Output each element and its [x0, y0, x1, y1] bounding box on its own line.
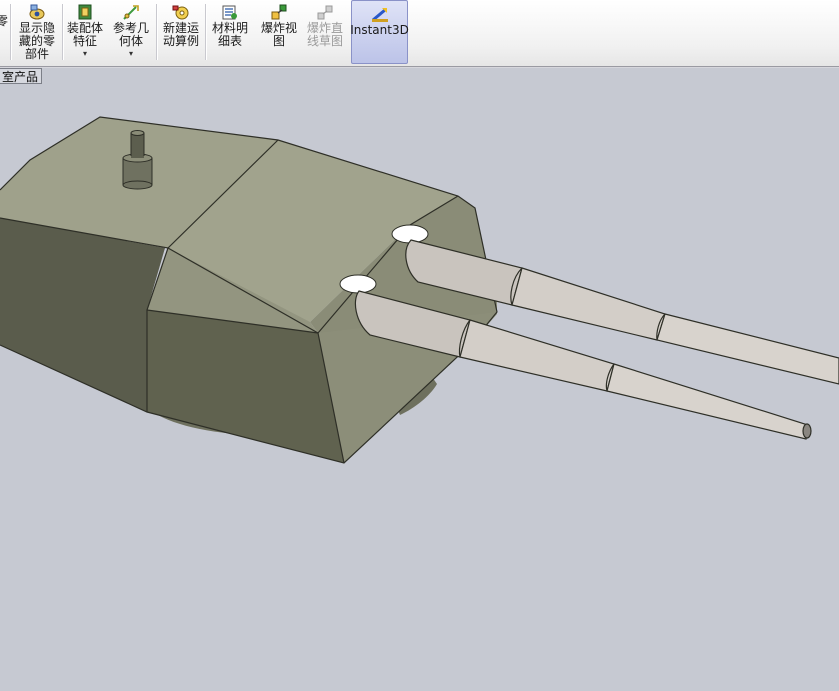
assembly-feature-label: 装配体 特征 [66, 21, 103, 48]
bill-of-materials-icon [222, 5, 237, 20]
bill-of-materials-button[interactable]: 材料明 细表 [209, 2, 251, 62]
instant3d-icon [371, 8, 388, 22]
show-hidden-components-label: 显示隐 藏的零 部件 [18, 21, 55, 61]
gun-port-lower [339, 274, 377, 294]
chevron-down-icon[interactable]: ▾ [83, 50, 87, 58]
graphics-viewport[interactable] [0, 67, 839, 691]
reference-geometry-icon [123, 5, 139, 20]
assembly-feature-icon [78, 4, 92, 20]
part-button-label: 零 [0, 14, 9, 28]
new-motion-study-button[interactable]: 新建运 动算例 [160, 2, 202, 62]
toolbar-separator [10, 4, 12, 60]
exploded-view-icon [271, 4, 287, 20]
assembly-feature-button[interactable]: 装配体 特征 ▾ [65, 2, 105, 62]
reference-geometry-label: 参考几 何体 [112, 21, 149, 48]
explode-line-sketch-icon [317, 5, 333, 20]
show-hidden-components-icon [29, 4, 45, 20]
reference-geometry-button[interactable]: 参考几 何体 ▾ [109, 2, 153, 62]
show-hidden-components-button[interactable]: 显示隐 藏的零 部件 [15, 2, 59, 62]
motion-study-icon [172, 5, 189, 20]
explode-line-sketch-label: 爆炸直 线草图 [306, 21, 343, 48]
toolbar-separator [156, 4, 158, 60]
command-manager-toolbar: 零 显示隐 藏的零 部件 装配体 特征 ▾ 参考几 何体 ▾ 新建运 动算例 材… [0, 0, 839, 67]
chevron-down-icon[interactable]: ▾ [129, 50, 133, 58]
exploded-view-label: 爆炸视 图 [260, 21, 297, 48]
bill-of-materials-label: 材料明 细表 [211, 21, 248, 48]
exploded-view-button[interactable]: 爆炸视 图 [257, 2, 301, 62]
toolbar-separator [62, 4, 64, 60]
toolbar-separator [205, 4, 207, 60]
part-button[interactable]: 零 [0, 2, 8, 62]
instant3d-label: Instant3D [350, 23, 409, 37]
new-motion-study-label: 新建运 动算例 [162, 21, 199, 48]
explode-line-sketch-button[interactable]: 爆炸直 线草图 [303, 2, 347, 62]
instant3d-button[interactable]: Instant3D [350, 0, 409, 64]
